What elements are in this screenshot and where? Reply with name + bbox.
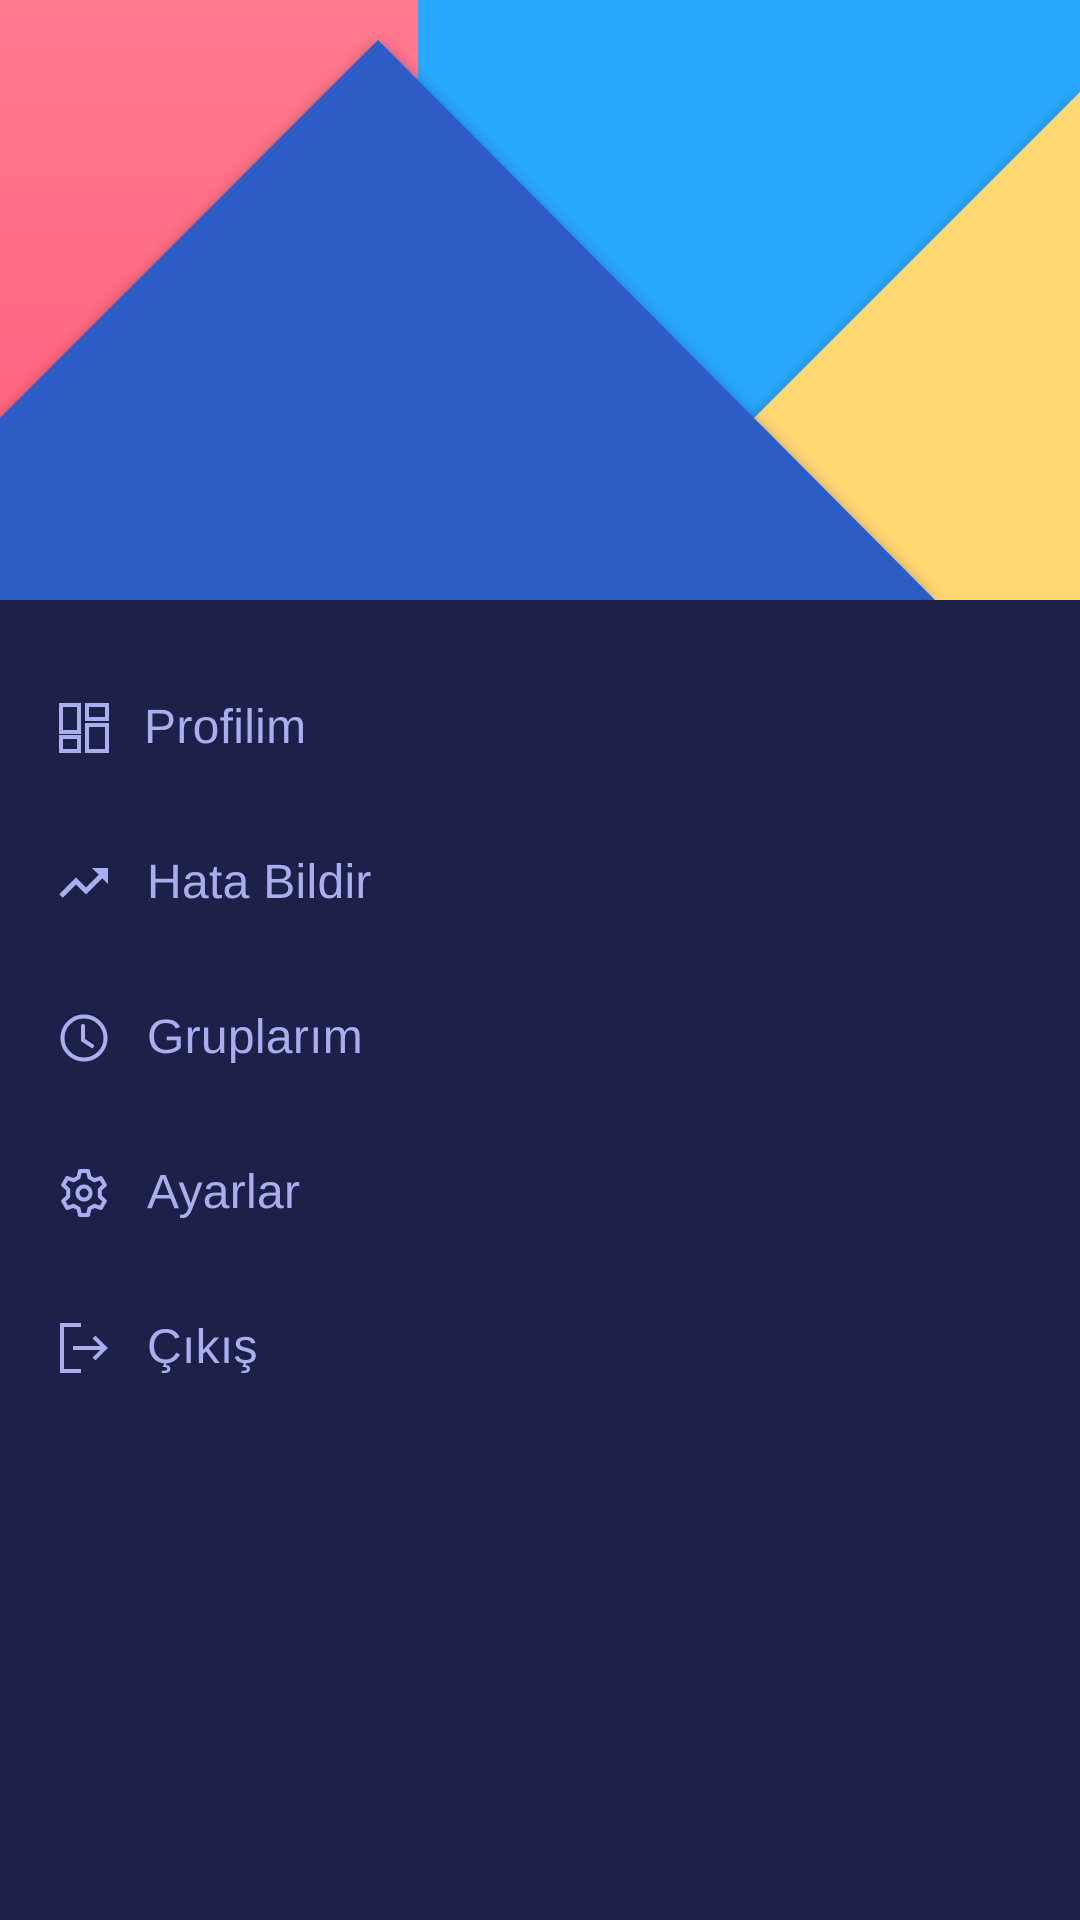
menu-item-label: Çıkış (147, 1320, 258, 1374)
menu-item-groups[interactable]: Gruplarım (0, 960, 1080, 1115)
dashboard-icon (59, 702, 109, 753)
navigation-drawer: Profilim Hata Bildir Gruplarım Ayarlar Ç… (0, 0, 1080, 1920)
menu-item-label: Hata Bildir (147, 855, 372, 909)
clock-icon (59, 1013, 109, 1063)
header-geometric-artwork (0, 0, 1080, 600)
menu-item-logout[interactable]: Çıkış (0, 1270, 1080, 1425)
trending-up-icon (59, 858, 109, 908)
menu-item-report[interactable]: Hata Bildir (0, 805, 1080, 960)
menu-item-label: Ayarlar (147, 1165, 301, 1219)
gear-icon (59, 1168, 109, 1218)
logout-icon (59, 1322, 109, 1373)
menu-item-settings[interactable]: Ayarlar (0, 1115, 1080, 1270)
menu-item-label: Profilim (144, 700, 307, 754)
menu-item-label: Gruplarım (147, 1010, 364, 1064)
drawer-header-banner (0, 0, 1080, 600)
menu-item-profile[interactable]: Profilim (0, 650, 1080, 805)
